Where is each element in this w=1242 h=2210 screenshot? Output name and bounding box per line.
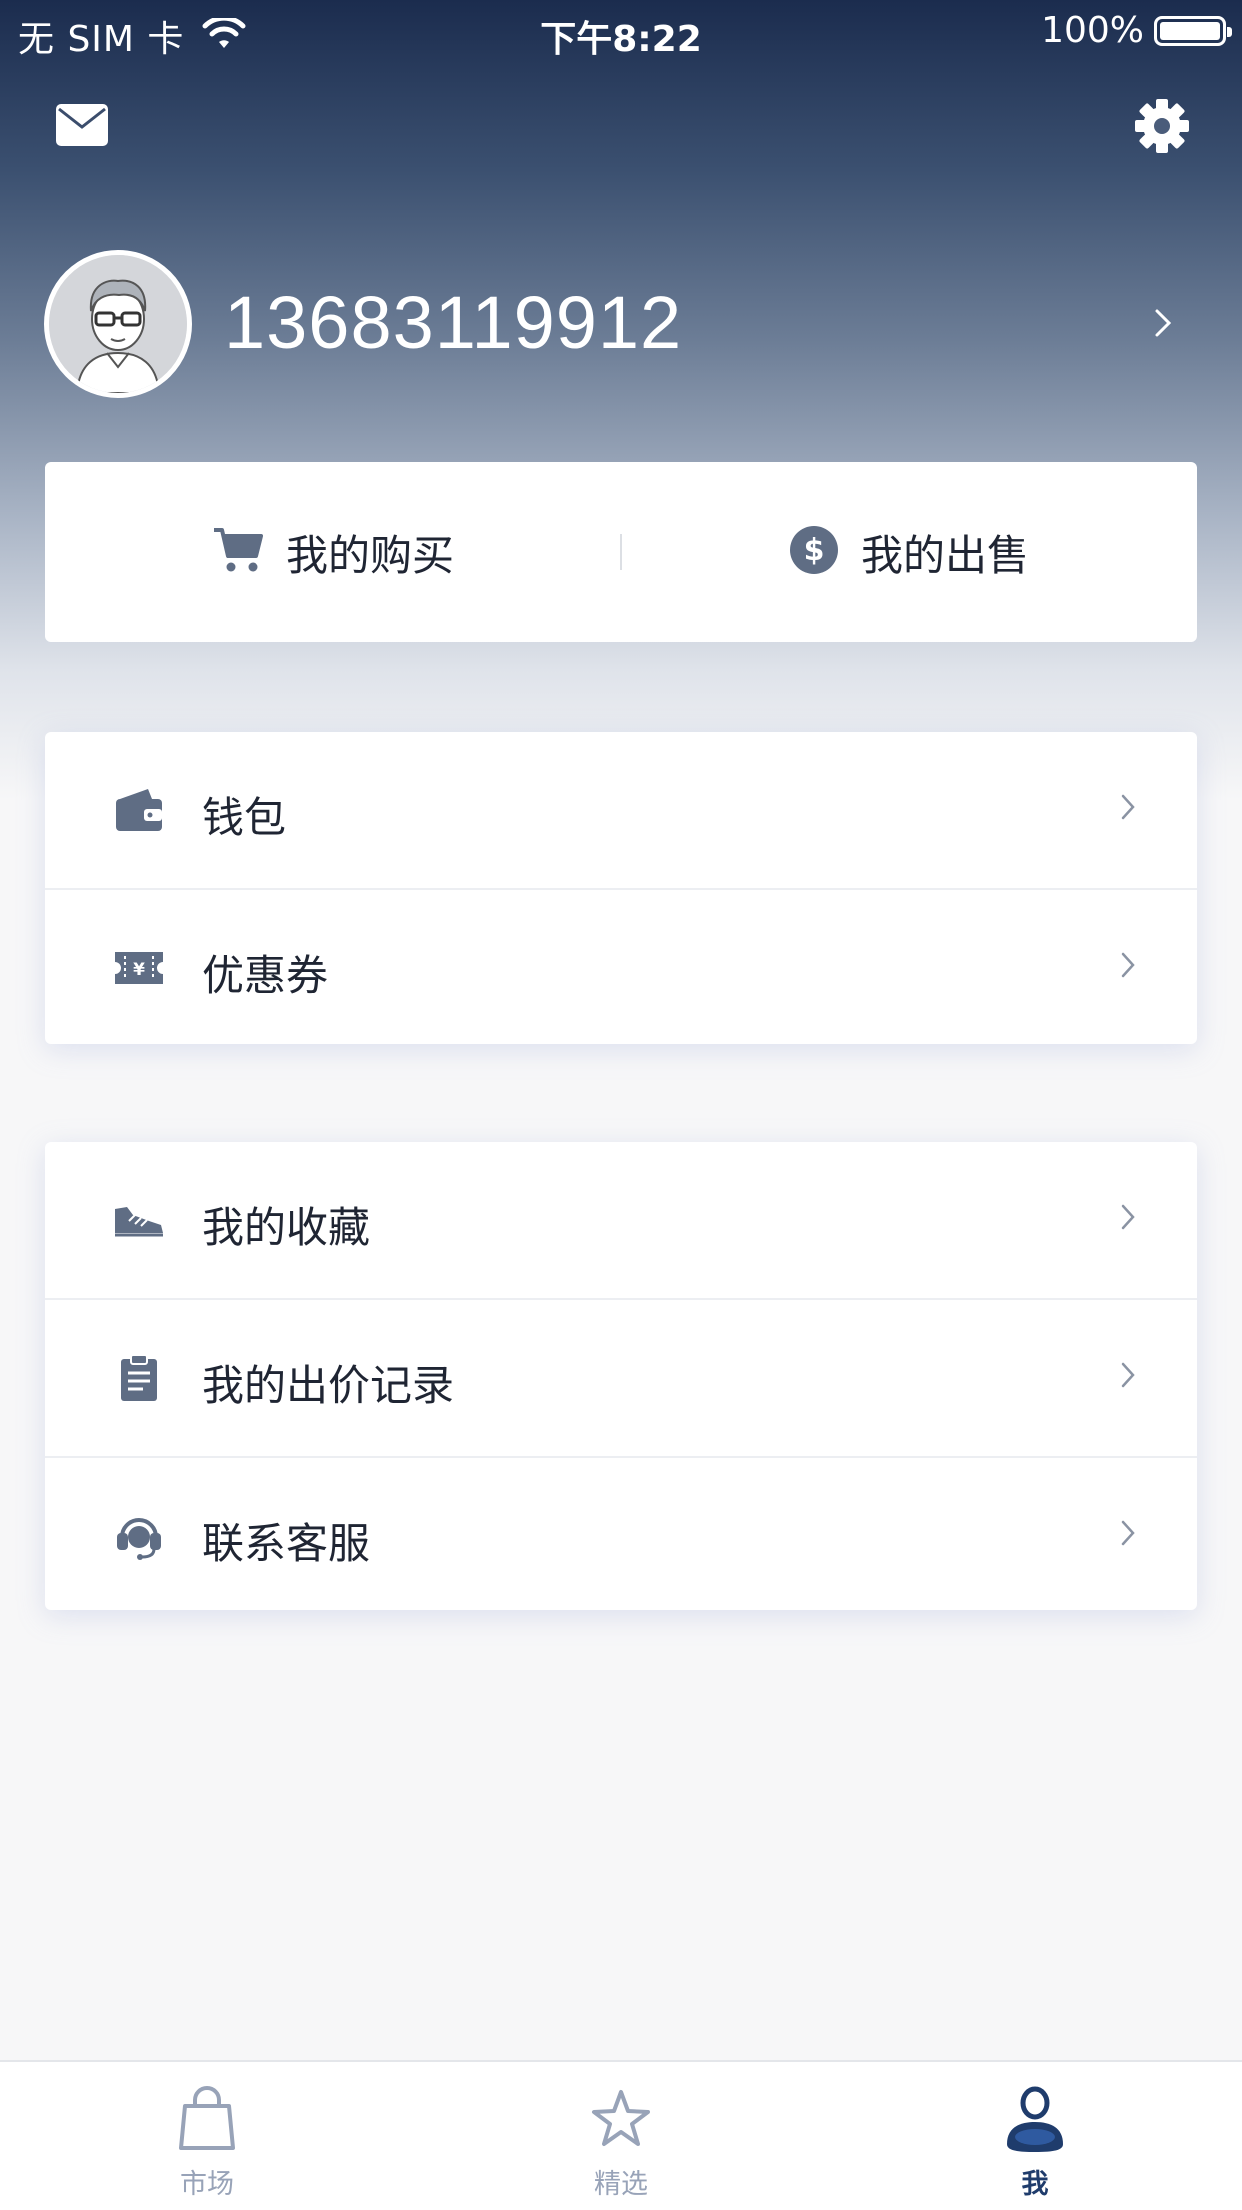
bag-icon (177, 2086, 237, 2152)
chevron-right-icon (1121, 1520, 1135, 1550)
chevron-right-icon (1121, 1204, 1135, 1234)
my-sales-label: 我的出售 (860, 530, 1029, 580)
menu-item-label: 联系客服 (202, 1519, 371, 1568)
chevron-right-icon[interactable] (1154, 308, 1172, 342)
sneaker-icon (111, 1192, 167, 1248)
menu-item-coupons[interactable]: ¥ 优惠券 (45, 888, 1197, 1046)
envelope-icon[interactable] (54, 100, 110, 150)
menu-item-wallet[interactable]: 钱包 (45, 732, 1197, 888)
profile-row[interactable]: 13683119912 (44, 250, 1194, 406)
menu-item-label: 钱包 (202, 793, 287, 842)
battery-percentage: 100% (1041, 10, 1144, 51)
tab-label: 市场 (180, 2169, 234, 2200)
person-icon (1005, 2086, 1065, 2152)
tab-featured[interactable]: 精选 (414, 2062, 828, 2210)
menu-item-bid-history[interactable]: 我的出价记录 (45, 1298, 1197, 1456)
tab-bar: 市场 精选 我 (0, 2060, 1242, 2210)
avatar[interactable] (44, 250, 192, 398)
coupon-icon: ¥ (111, 940, 167, 996)
status-bar: 无 SIM 卡 下午8:22 100% (0, 0, 1242, 62)
star-icon (591, 2086, 651, 2152)
menu-item-customer-service[interactable]: 联系客服 (45, 1456, 1197, 1614)
menu-item-label: 优惠券 (202, 951, 329, 1000)
gear-icon[interactable] (1134, 98, 1190, 154)
trade-card: 我的购买 $ 我的出售 (45, 462, 1197, 642)
chevron-right-icon (1121, 794, 1135, 824)
my-purchases-button[interactable]: 我的购买 (45, 462, 621, 642)
profile-username: 13683119912 (224, 281, 683, 364)
menu-card-account: 我的收藏 我的出价记录 联系客服 (45, 1142, 1197, 1610)
clipboard-icon (111, 1350, 167, 1406)
wallet-icon (111, 782, 167, 838)
tab-market[interactable]: 市场 (0, 2062, 414, 2210)
my-purchases-label: 我的购买 (285, 530, 454, 580)
menu-card-finance: 钱包 ¥ 优惠券 (45, 732, 1197, 1044)
svg-text:¥: ¥ (133, 960, 145, 980)
chevron-right-icon (1121, 952, 1135, 982)
menu-item-label: 我的收藏 (202, 1203, 371, 1252)
dollar-coin-icon: $ (789, 525, 839, 579)
svg-text:$: $ (804, 533, 825, 568)
menu-item-label: 我的出价记录 (202, 1361, 455, 1410)
tab-me[interactable]: 我 (828, 2062, 1242, 2210)
chevron-right-icon (1121, 1362, 1135, 1392)
cart-icon (212, 526, 264, 578)
tab-label: 我 (1021, 2169, 1049, 2200)
battery-icon (1154, 15, 1232, 46)
menu-item-favorites[interactable]: 我的收藏 (45, 1142, 1197, 1298)
headset-icon (111, 1508, 167, 1564)
my-sales-button[interactable]: $ 我的出售 (621, 462, 1197, 642)
tab-label: 精选 (594, 2169, 648, 2200)
